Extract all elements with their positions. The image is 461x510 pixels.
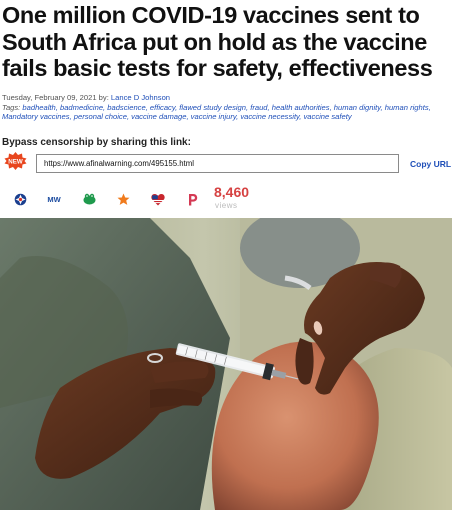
tag-links[interactable]: badhealth, badmedicine, badscience, effi… (2, 103, 431, 122)
article-meta: Tuesday, February 09, 2021 by: Lance D J… (2, 93, 452, 122)
views-label: views (215, 201, 238, 210)
new-badge-icon: NEW (4, 152, 27, 170)
share-star-button[interactable] (115, 192, 131, 206)
tags-label: Tags: (2, 102, 23, 112)
article-photo (0, 218, 452, 510)
byline: Tuesday, February 09, 2021 by: Lance D J… (2, 93, 452, 103)
social-star-icon (117, 193, 129, 205)
author-link[interactable]: Lance D Johnson (111, 93, 170, 102)
share-mewe-button[interactable]: MW (45, 192, 63, 206)
copy-url-button[interactable]: Copy URL (410, 159, 451, 169)
share-heart-button[interactable] (150, 192, 166, 206)
bypass-label: Bypass censorship by sharing this link: (2, 137, 191, 148)
by-label: by: (96, 93, 111, 102)
views-count: 8,460 (214, 184, 250, 200)
flag-heart-icon (151, 193, 165, 205)
article-title: One million COVID-19 vaccines sent to So… (2, 2, 433, 81)
share-url-field[interactable]: https://www.afinalwarning.com/495155.htm… (36, 154, 399, 173)
share-parler-button[interactable] (184, 192, 200, 206)
svg-text:MW: MW (47, 195, 61, 204)
share-gab-button[interactable] (81, 192, 97, 206)
tags-line: Tags: badhealth, badmedicine, badscience… (2, 103, 452, 122)
brighteon-icon (14, 193, 26, 205)
parler-icon (188, 193, 197, 205)
vaccination-photo-image (0, 218, 452, 510)
mewe-icon: MW (47, 195, 61, 204)
share-brighteon-button[interactable] (12, 192, 28, 206)
publish-date: Tuesday, February 09, 2021 (2, 93, 97, 102)
new-badge-text: NEW (8, 158, 23, 165)
gab-icon (83, 193, 95, 205)
